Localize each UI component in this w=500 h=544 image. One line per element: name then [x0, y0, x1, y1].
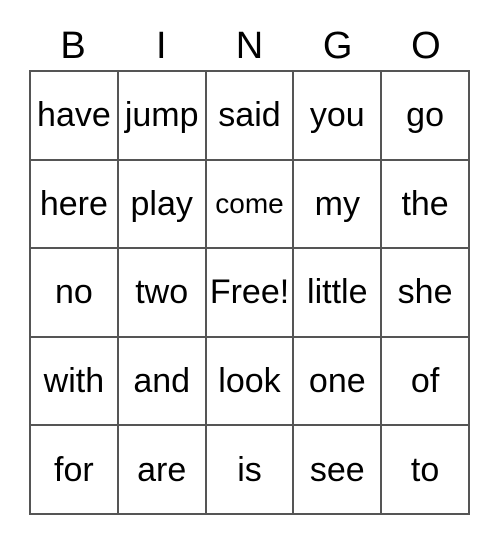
bingo-cell-label: little: [307, 273, 368, 312]
bingo-cell[interactable]: said: [206, 72, 295, 161]
bingo-card: B I N G O have jump said you go here pla…: [0, 0, 500, 544]
bingo-cell[interactable]: and: [118, 337, 207, 427]
bingo-cell-label: jump: [124, 96, 199, 135]
bingo-cell[interactable]: she: [382, 249, 470, 338]
bingo-cell-label: she: [397, 273, 453, 312]
bingo-cell-label: to: [410, 450, 440, 489]
bingo-header-letter-b: B: [60, 25, 86, 67]
bingo-cell-label: go: [406, 96, 444, 135]
bingo-header-row: B I N G O: [29, 22, 470, 70]
bingo-cell[interactable]: with: [31, 337, 119, 427]
bingo-free-cell-label: Free!: [209, 273, 290, 312]
bingo-cell-label: said: [218, 96, 281, 135]
bingo-cell[interactable]: my: [294, 160, 383, 250]
bingo-cell-label: see: [309, 450, 365, 489]
bingo-cell-label: two: [135, 273, 189, 312]
bingo-row: for are is see to: [31, 426, 470, 515]
bingo-cell-label: is: [237, 450, 262, 489]
bingo-cell[interactable]: jump: [118, 72, 207, 161]
bingo-cell-label: no: [54, 273, 93, 312]
bingo-cell[interactable]: are: [118, 426, 207, 515]
bingo-cell-label: have: [37, 96, 111, 135]
bingo-cell-label: here: [39, 184, 108, 223]
bingo-cell-label: look: [218, 362, 281, 401]
bingo-cell-label: play: [130, 184, 193, 223]
bingo-cell-label: come: [215, 187, 284, 219]
bingo-header-letter-i: I: [156, 25, 167, 67]
bingo-row: have jump said you go: [31, 72, 470, 161]
bingo-cell[interactable]: play: [118, 160, 207, 250]
bingo-row: with and look one of: [31, 337, 470, 427]
bingo-row: no two Free! little she: [31, 249, 470, 338]
bingo-cell[interactable]: one: [294, 337, 383, 427]
bingo-cell[interactable]: of: [382, 337, 470, 427]
bingo-header-letter-o: O: [411, 25, 441, 67]
bingo-cell-label: my: [314, 184, 360, 223]
bingo-cell[interactable]: you: [294, 72, 383, 161]
bingo-cell-label: with: [43, 362, 105, 401]
bingo-cell[interactable]: little: [294, 249, 383, 338]
bingo-cell-label: for: [54, 450, 94, 489]
bingo-cell[interactable]: to: [382, 426, 470, 515]
bingo-header-letter-n: N: [235, 25, 264, 67]
bingo-cell-label: and: [133, 362, 191, 401]
bingo-grid: have jump said you go here play come my …: [29, 70, 470, 515]
bingo-cell[interactable]: the: [382, 160, 470, 250]
bingo-header-letter-g: G: [322, 25, 353, 67]
bingo-cell-label: one: [308, 362, 366, 401]
bingo-free-cell[interactable]: Free!: [206, 249, 295, 338]
bingo-cell[interactable]: have: [31, 72, 119, 161]
bingo-cell-label: the: [401, 184, 449, 223]
bingo-cell[interactable]: no: [31, 249, 119, 338]
bingo-cell[interactable]: see: [294, 426, 383, 515]
bingo-cell[interactable]: go: [382, 72, 470, 161]
bingo-cell[interactable]: here: [31, 160, 119, 250]
bingo-cell-label: are: [137, 450, 187, 489]
bingo-cell-label: of: [410, 362, 440, 401]
bingo-cell[interactable]: look: [206, 337, 295, 427]
bingo-cell-label: you: [309, 96, 365, 135]
bingo-cell[interactable]: for: [31, 426, 119, 515]
bingo-cell[interactable]: is: [206, 426, 295, 515]
bingo-cell[interactable]: two: [118, 249, 207, 338]
bingo-cell[interactable]: come: [206, 160, 295, 250]
bingo-row: here play come my the: [31, 160, 470, 250]
